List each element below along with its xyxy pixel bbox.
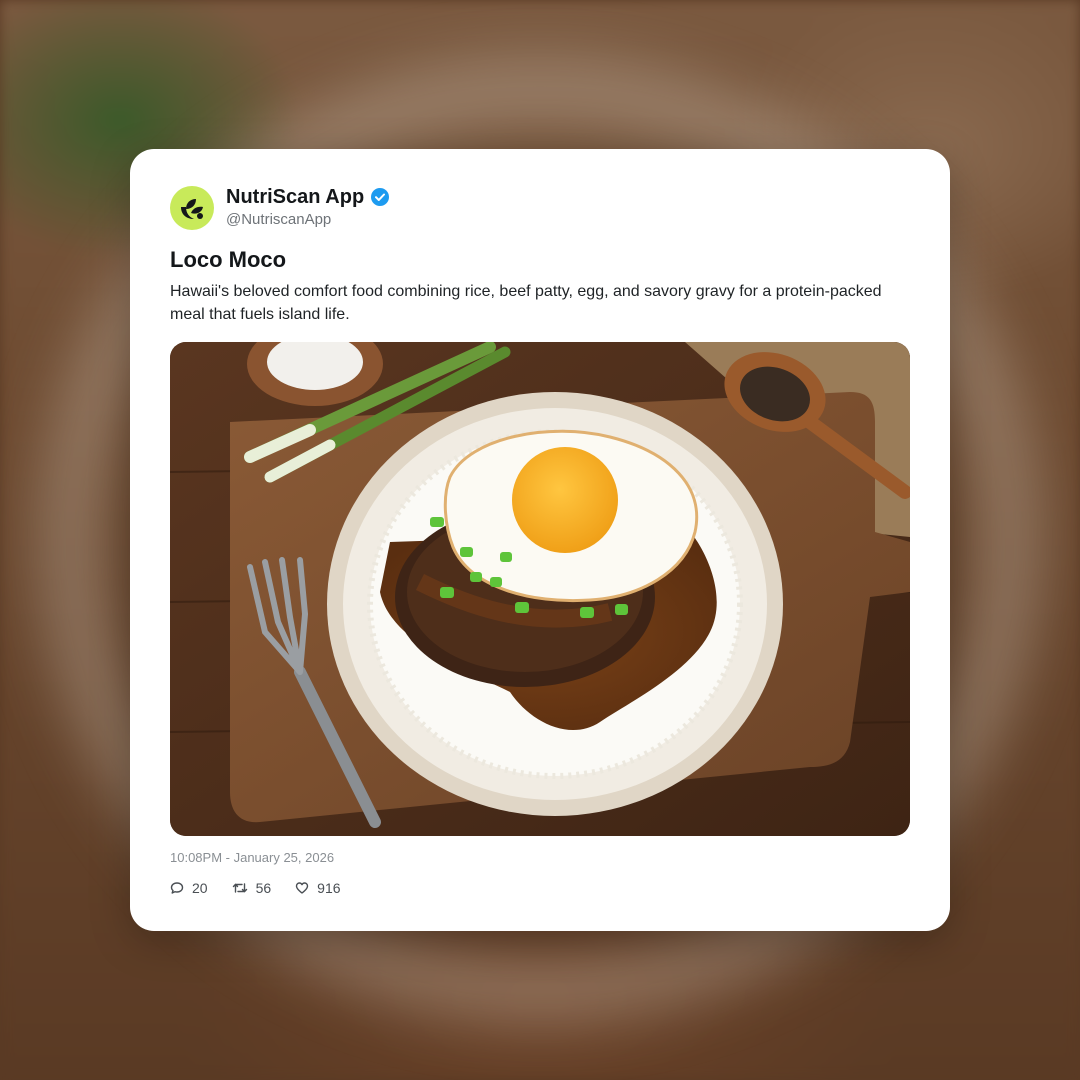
post-header: NutriScan App @NutriscanApp	[170, 185, 390, 230]
display-name[interactable]: NutriScan App	[226, 185, 364, 209]
food-photo[interactable]	[170, 342, 910, 836]
post-timestamp: 10:08PM - January 25, 2026	[170, 850, 335, 865]
reply-count: 20	[192, 880, 208, 896]
post-card: NutriScan App @NutriscanApp Loco Moco Ha…	[130, 149, 950, 931]
like-button[interactable]: 916	[295, 880, 341, 896]
repost-arrows-icon	[232, 883, 247, 893]
verified-badge-icon	[371, 188, 390, 206]
speech-bubble-icon	[170, 882, 184, 894]
post-title: Loco Moco	[170, 247, 287, 272]
leaf-logo-icon	[181, 198, 203, 219]
post-description: Hawaii's beloved comfort food combining …	[170, 283, 882, 323]
reply-button[interactable]: 20	[170, 880, 208, 896]
repost-count: 56	[255, 880, 272, 896]
repost-button[interactable]: 56	[232, 880, 272, 896]
post-actions: 20 56 916	[170, 880, 365, 896]
user-handle[interactable]: @NutriscanApp	[226, 210, 390, 230]
loco-moco-image	[170, 342, 910, 836]
like-count: 916	[317, 880, 341, 896]
heart-icon	[295, 882, 309, 894]
avatar[interactable]	[170, 185, 214, 230]
